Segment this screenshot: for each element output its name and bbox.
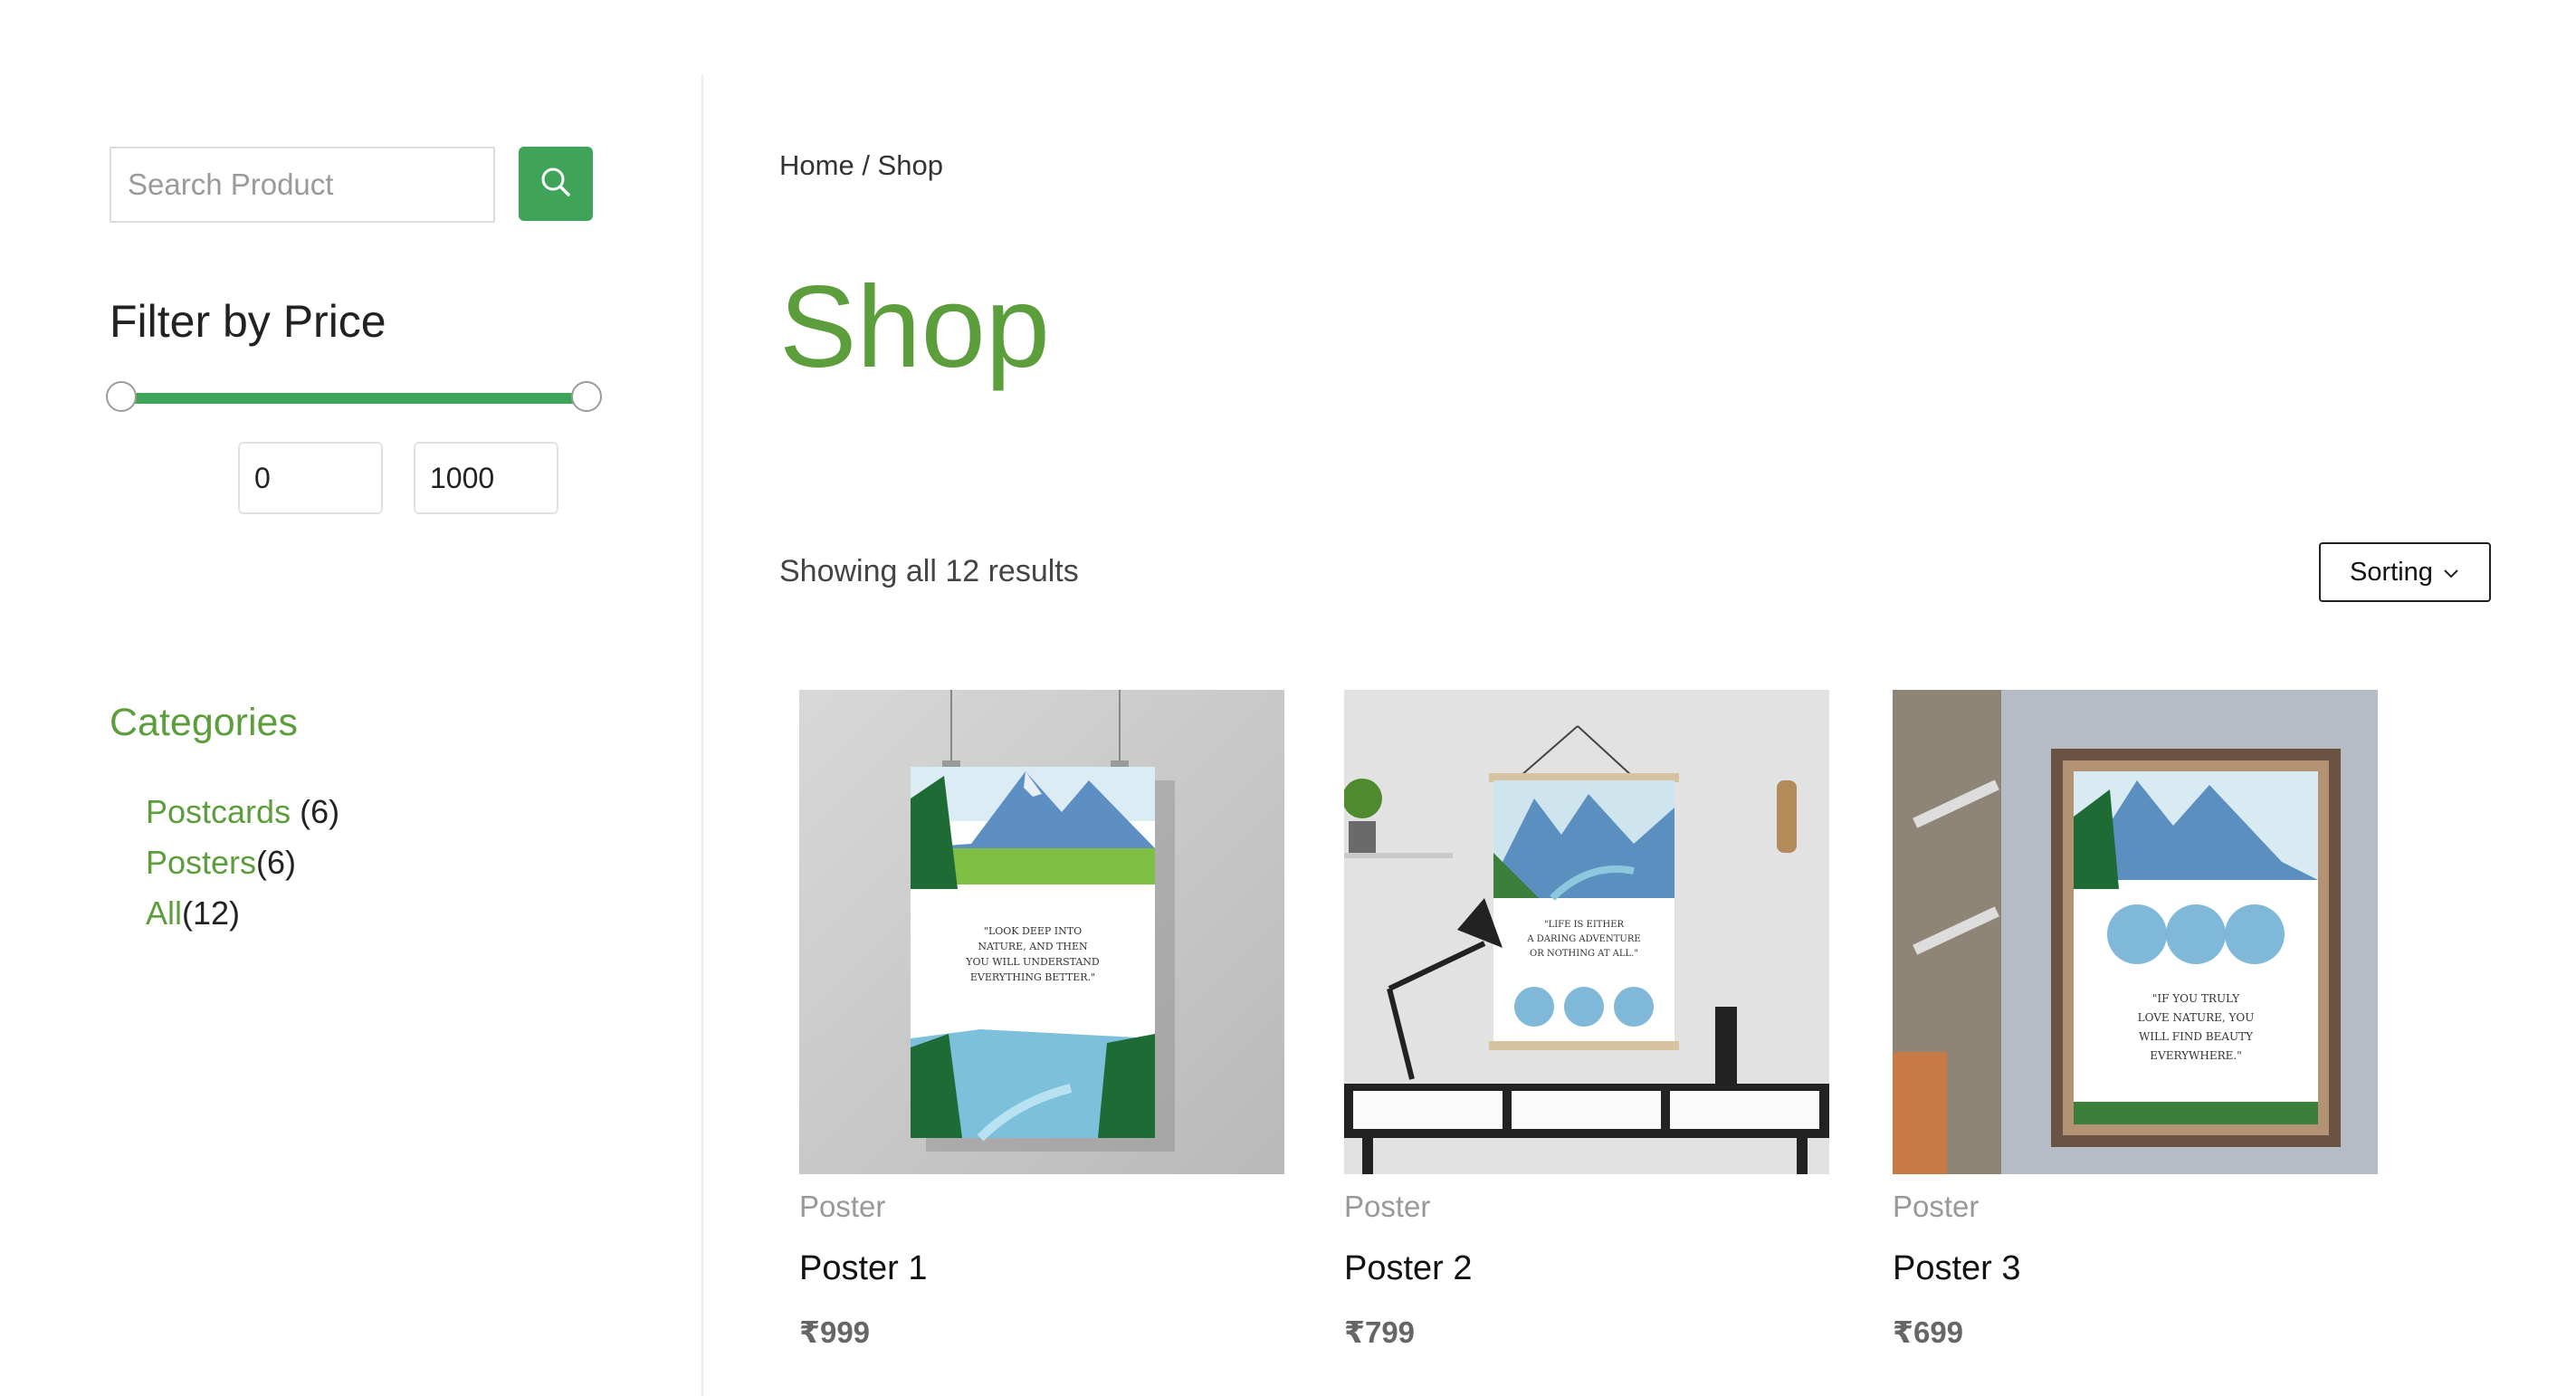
svg-text:"LIFE IS EITHER: "LIFE IS EITHER: [1544, 920, 1625, 930]
search-icon: [538, 164, 574, 205]
sorting-label: Sorting: [2350, 557, 2433, 587]
category-item-posters[interactable]: Posters(6): [146, 844, 296, 882]
category-name[interactable]: Posters: [146, 844, 256, 881]
svg-text:A DARING ADVENTURE: A DARING ADVENTURE: [1526, 934, 1640, 944]
product-card[interactable]: "IF YOU TRULY LOVE NATURE, YOU WILL FIND…: [1893, 690, 2378, 1349]
category-count: (12): [182, 894, 241, 932]
category-count: (6): [291, 793, 340, 830]
product-card[interactable]: "LOOK DEEP INTO NATURE, AND THEN YOU WIL…: [799, 690, 1284, 1349]
sidebar: Filter by Price Categories Postcards (6)…: [0, 0, 701, 1396]
product-price: ₹799: [1344, 1315, 1416, 1349]
breadcrumb-current: Shop: [877, 149, 943, 181]
product-category: Poster: [1344, 1190, 1431, 1223]
category-count: (6): [256, 844, 297, 881]
price-min-input[interactable]: [238, 442, 383, 514]
categories-title: Categories: [110, 701, 298, 744]
chevron-down-icon: [2442, 558, 2460, 588]
product-category: Poster: [1893, 1190, 1980, 1223]
category-name[interactable]: Postcards: [146, 793, 291, 830]
svg-text:"IF YOU TRULY: "IF YOU TRULY: [2152, 992, 2240, 1005]
sidebar-divider: [701, 74, 703, 1396]
svg-text:OR NOTHING AT ALL.": OR NOTHING AT ALL.": [1530, 949, 1638, 959]
price-range-slider[interactable]: [106, 380, 602, 416]
svg-text:WILL FIND BEAUTY: WILL FIND BEAUTY: [2139, 1030, 2254, 1043]
product-card[interactable]: "LIFE IS EITHER A DARING ADVENTURE OR NO…: [1344, 690, 1829, 1349]
price-max-input[interactable]: [414, 442, 558, 514]
svg-text:EVERYTHING BETTER.": EVERYTHING BETTER.": [970, 971, 1095, 983]
result-count: Showing all 12 results: [779, 554, 1079, 588]
svg-text:LOVE NATURE, YOU: LOVE NATURE, YOU: [2138, 1011, 2255, 1024]
breadcrumb-separator: /: [854, 149, 878, 181]
price-max-handle[interactable]: [571, 381, 602, 412]
breadcrumb-home-link[interactable]: Home: [779, 149, 854, 181]
product-category: Poster: [799, 1190, 886, 1223]
svg-text:EVERYWHERE.": EVERYWHERE.": [2150, 1049, 2241, 1062]
category-item-all[interactable]: All(12): [146, 894, 240, 932]
product-price: ₹999: [799, 1315, 871, 1349]
price-range-track: [126, 393, 582, 404]
search-input[interactable]: [110, 147, 495, 223]
product-name[interactable]: Poster 2: [1344, 1249, 1473, 1288]
sorting-dropdown[interactable]: Sorting: [2319, 542, 2491, 602]
breadcrumb: Home / Shop: [779, 149, 943, 182]
product-name[interactable]: Poster 1: [799, 1249, 928, 1288]
svg-text:NATURE, AND THEN: NATURE, AND THEN: [978, 941, 1088, 952]
price-min-handle[interactable]: [106, 381, 137, 412]
product-price: ₹699: [1893, 1315, 1964, 1349]
search-button[interactable]: [519, 147, 593, 221]
product-image[interactable]: "IF YOU TRULY LOVE NATURE, YOU WILL FIND…: [1893, 690, 2378, 1174]
product-image[interactable]: "LOOK DEEP INTO NATURE, AND THEN YOU WIL…: [799, 690, 1284, 1174]
category-item-postcards[interactable]: Postcards (6): [146, 793, 339, 831]
svg-text:"LOOK DEEP INTO: "LOOK DEEP INTO: [984, 925, 1082, 937]
product-image[interactable]: "LIFE IS EITHER A DARING ADVENTURE OR NO…: [1344, 690, 1829, 1174]
category-name[interactable]: All: [146, 894, 182, 932]
svg-text:YOU WILL UNDERSTAND: YOU WILL UNDERSTAND: [965, 956, 1100, 968]
page-title: Shop: [779, 263, 1050, 392]
product-name[interactable]: Poster 3: [1893, 1249, 2021, 1288]
filter-by-price-title: Filter by Price: [110, 296, 386, 347]
